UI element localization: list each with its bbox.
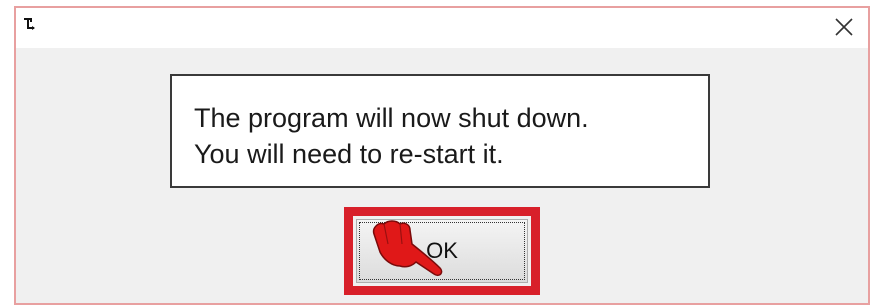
shutdown-dialog: The program will now shut down. You will… bbox=[14, 6, 870, 305]
message-line-2: You will need to re-start it. bbox=[194, 139, 504, 169]
app-icon bbox=[22, 16, 38, 32]
message-line-1: The program will now shut down. bbox=[194, 103, 589, 133]
message-box: The program will now shut down. You will… bbox=[170, 74, 710, 188]
title-bar bbox=[16, 8, 868, 48]
close-button[interactable] bbox=[828, 12, 860, 42]
close-icon bbox=[835, 18, 853, 36]
hand-pointer-icon bbox=[372, 220, 443, 277]
